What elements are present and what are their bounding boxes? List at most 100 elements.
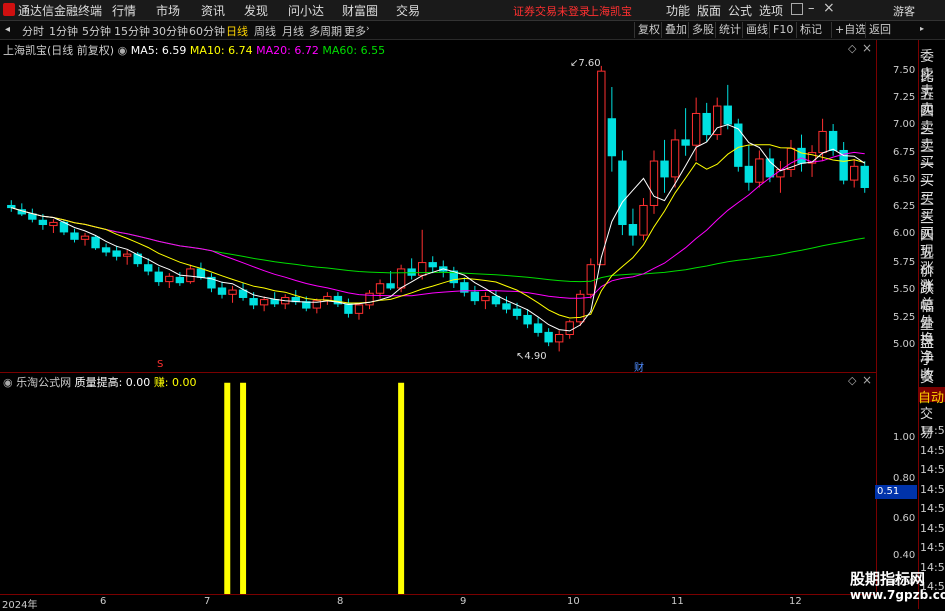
indicator-tick: 1.00 xyxy=(893,432,916,443)
candle-body xyxy=(196,268,206,278)
current-value-box: 0.51 xyxy=(875,485,917,499)
indicator-tick: 0.40 xyxy=(893,550,916,561)
period-weekly[interactable]: 周线 xyxy=(254,23,276,39)
period-30min[interactable]: 30分钟 xyxy=(152,23,188,39)
menu-zixun[interactable]: 资讯 xyxy=(201,2,225,19)
candle-body xyxy=(639,204,648,236)
candle-body xyxy=(38,219,48,226)
price-tick: 7.00 xyxy=(893,119,916,130)
period-more[interactable]: 更多 xyxy=(344,23,366,39)
axis-divider xyxy=(876,40,877,592)
price-tick: 6.50 xyxy=(893,174,916,185)
candle-body xyxy=(533,323,543,333)
indicator-chart xyxy=(224,382,405,594)
period-1min[interactable]: 1分钟 xyxy=(49,23,78,39)
close-icon[interactable]: × xyxy=(823,0,835,16)
candle-body xyxy=(302,301,311,309)
candle-body xyxy=(523,314,532,325)
candle-body xyxy=(744,165,754,183)
trade-time: 14:56 xyxy=(920,424,945,437)
tool-gongshi[interactable]: 公式 xyxy=(728,2,752,19)
high-value: 7.60 xyxy=(578,58,601,69)
toolbar-arrow-icon[interactable]: ◂ xyxy=(5,24,10,35)
period-multi[interactable]: 多周期 xyxy=(309,23,342,39)
candle-body xyxy=(481,295,490,302)
stock-link[interactable]: 上海凯宝 xyxy=(588,3,632,19)
date-label: 12 xyxy=(789,596,802,607)
menu-jiaoyi[interactable]: 交易 xyxy=(396,2,420,19)
btn-tongji[interactable]: 统计 xyxy=(715,22,744,38)
price-tick: 6.75 xyxy=(893,147,916,158)
mark-cai[interactable]: 财 xyxy=(634,359,644,374)
btn-huaxian[interactable]: 画线 xyxy=(742,22,771,38)
btn-f10[interactable]: F10 xyxy=(769,22,796,38)
btn-duogu[interactable]: 多股 xyxy=(688,22,717,38)
candle-body xyxy=(618,160,627,226)
trade-time: 14:56 xyxy=(920,502,945,515)
period-5min[interactable]: 5分钟 xyxy=(82,23,111,39)
minimize-icon[interactable]: – xyxy=(808,1,815,16)
period-daily[interactable]: 日线 xyxy=(226,23,248,39)
btn-fuquan[interactable]: 复权 xyxy=(634,22,663,38)
candle-body xyxy=(259,299,269,306)
price-tick: 7.25 xyxy=(893,92,916,103)
menu-wenxiaoda[interactable]: 问小达 xyxy=(288,2,324,19)
candle-body xyxy=(217,287,227,295)
period-15min[interactable]: 15分钟 xyxy=(114,23,150,39)
app-title: 通达信金融终端 xyxy=(18,4,103,18)
btn-add-favorite[interactable]: +自选 xyxy=(831,22,869,38)
candle-body xyxy=(270,299,279,305)
btn-diejia[interactable]: 叠加 xyxy=(661,22,690,38)
login-notice[interactable]: 证券交易未登录 xyxy=(513,3,590,19)
candle-body xyxy=(418,262,427,276)
watermark-url: www.7gpzb.com xyxy=(850,588,945,602)
signal-bar xyxy=(224,382,231,594)
price-tick: 5.00 xyxy=(893,339,916,350)
tool-banmian[interactable]: 版面 xyxy=(697,2,721,19)
candle-body xyxy=(734,123,743,167)
menu-bar xyxy=(0,0,945,21)
guest-label[interactable]: 游客 xyxy=(893,3,915,19)
menu-shichang[interactable]: 市场 xyxy=(156,2,180,19)
trade-time: 14:56 xyxy=(920,541,945,554)
candlestick-chart[interactable] xyxy=(0,40,876,372)
candle-body xyxy=(512,308,522,316)
menu-caifuquan[interactable]: 财富圈 xyxy=(342,2,378,19)
candle-body xyxy=(681,139,690,146)
signal-bar xyxy=(398,382,405,594)
btn-back[interactable]: 返回 xyxy=(865,22,894,38)
period-monthly[interactable]: 月线 xyxy=(282,23,304,39)
candle-body xyxy=(70,232,79,240)
mark-s[interactable]: S xyxy=(157,359,163,370)
candle-body xyxy=(628,224,638,236)
menu-faxian[interactable]: 发现 xyxy=(244,2,268,19)
candle-body xyxy=(228,289,237,295)
candles-group xyxy=(7,65,869,352)
candle-body xyxy=(344,303,353,314)
tool-xuanxiang[interactable]: 选项 xyxy=(759,2,783,19)
maximize-icon[interactable] xyxy=(791,3,803,15)
more-chevron-icon[interactable]: › xyxy=(366,24,370,34)
btn-biaoji[interactable]: 标记 xyxy=(796,22,825,38)
tab-auto[interactable]: 自动 xyxy=(918,387,945,406)
candle-body xyxy=(597,70,606,266)
candle-body xyxy=(354,304,364,314)
menu-hangqing[interactable]: 行情 xyxy=(112,2,136,19)
watermark-title: 股期指标网 xyxy=(850,570,926,588)
candle-body xyxy=(396,268,406,289)
trade-time: 14:56 xyxy=(920,443,945,457)
candle-body xyxy=(249,298,258,306)
candle-body xyxy=(407,268,416,276)
candle-body xyxy=(607,118,617,157)
candle-body xyxy=(828,130,838,151)
period-60min[interactable]: 60分钟 xyxy=(189,23,225,39)
trade-time: 14:56 xyxy=(920,482,945,496)
period-fenshi[interactable]: 分时 xyxy=(22,23,44,39)
candle-body xyxy=(670,139,680,178)
candle-body xyxy=(80,235,90,240)
panel-code: ▸ xyxy=(920,24,925,33)
candle-body xyxy=(565,321,574,336)
date-axis xyxy=(0,594,876,610)
tool-gongneng[interactable]: 功能 xyxy=(666,2,690,19)
price-tick: 6.00 xyxy=(893,228,916,239)
